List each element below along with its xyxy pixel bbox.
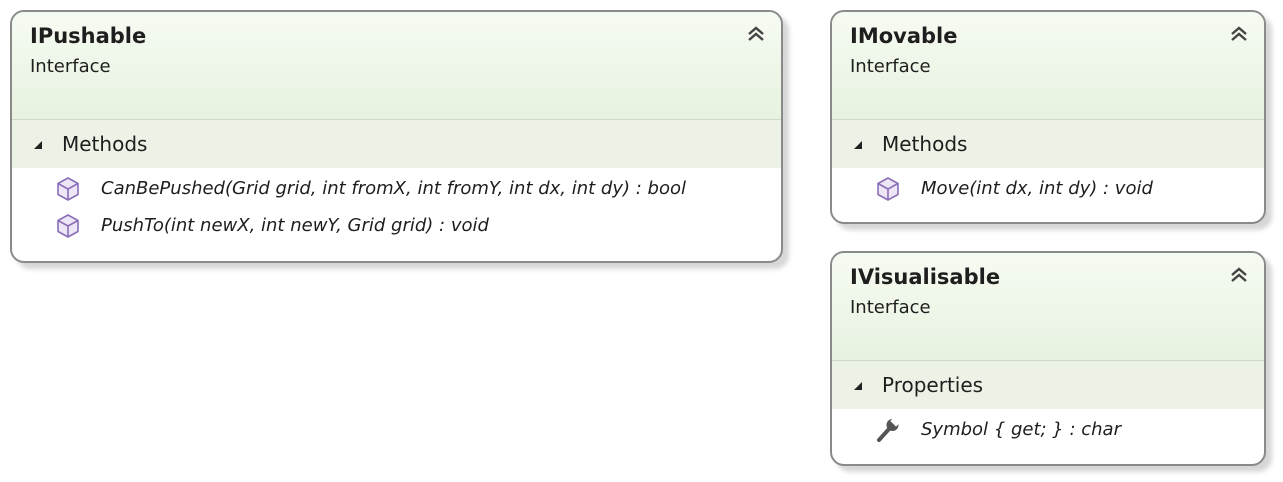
section-label: Methods bbox=[62, 132, 148, 156]
method-signature: PushTo(int newX, int newY, Grid grid) : … bbox=[101, 215, 489, 236]
method-cube-icon bbox=[57, 213, 79, 238]
property-signature: Symbol { get; } : char bbox=[921, 419, 1121, 440]
ipushable-header: IPushable Interface bbox=[12, 12, 781, 120]
imovable-methods-section[interactable]: Methods bbox=[832, 120, 1264, 168]
ivisualisable-header: IVisualisable Interface bbox=[832, 253, 1264, 361]
ipushable-stereotype: Interface bbox=[30, 56, 111, 77]
method-signature: CanBePushed(Grid grid, int fromX, int fr… bbox=[101, 178, 686, 199]
ivisualisable-interface-shape[interactable]: IVisualisable Interface Properties Symbo… bbox=[830, 251, 1266, 466]
imovable-header: IMovable Interface bbox=[832, 12, 1264, 120]
method-row[interactable]: Move(int dx, int dy) : void bbox=[832, 170, 1264, 207]
ivisualisable-title: IVisualisable bbox=[850, 265, 1001, 289]
imovable-stereotype: Interface bbox=[850, 56, 931, 77]
ivisualisable-stereotype: Interface bbox=[850, 297, 931, 318]
method-cube-icon bbox=[57, 176, 79, 201]
imovable-title: IMovable bbox=[850, 24, 958, 48]
method-row[interactable]: CanBePushed(Grid grid, int fromX, int fr… bbox=[12, 170, 781, 207]
expanded-triangle-icon bbox=[854, 141, 862, 149]
collapse-chevron-icon[interactable] bbox=[1228, 265, 1250, 285]
imovable-interface-shape[interactable]: IMovable Interface Methods Move(int dx, … bbox=[830, 10, 1266, 224]
wrench-icon bbox=[877, 416, 901, 442]
method-row[interactable]: PushTo(int newX, int newY, Grid grid) : … bbox=[12, 207, 781, 244]
method-cube-icon bbox=[877, 176, 899, 201]
section-label: Methods bbox=[882, 132, 968, 156]
ipushable-methods-section[interactable]: Methods bbox=[12, 120, 781, 168]
ipushable-interface-shape[interactable]: IPushable Interface Methods CanBePushed(… bbox=[10, 10, 783, 263]
method-signature: Move(int dx, int dy) : void bbox=[921, 178, 1153, 199]
ipushable-title: IPushable bbox=[30, 24, 147, 48]
ivisualisable-properties-section[interactable]: Properties bbox=[832, 361, 1264, 409]
collapse-chevron-icon[interactable] bbox=[1228, 24, 1250, 44]
section-label: Properties bbox=[882, 373, 984, 397]
collapse-chevron-icon[interactable] bbox=[745, 24, 767, 44]
expanded-triangle-icon bbox=[34, 141, 42, 149]
property-row[interactable]: Symbol { get; } : char bbox=[832, 411, 1264, 448]
expanded-triangle-icon bbox=[854, 382, 862, 390]
